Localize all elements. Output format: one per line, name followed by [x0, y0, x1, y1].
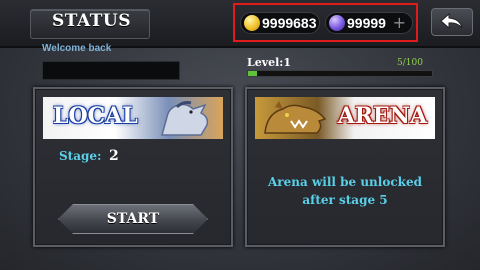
local-mode-card: LOCAL Stage: 2 START — [33, 87, 233, 247]
gold-coin-icon — [244, 15, 260, 31]
arena-message-line-1: Arena will be unlocked — [268, 175, 422, 189]
horse-art-icon — [161, 101, 209, 136]
local-banner: LOCAL — [43, 97, 223, 139]
dragon-art-icon — [264, 101, 327, 134]
player-name-field[interactable] — [42, 61, 180, 80]
add-gems-plus-icon[interactable]: + — [393, 13, 406, 32]
level-label: Level:1 — [247, 56, 292, 69]
back-arrow-icon — [440, 12, 463, 30]
stage-label: Stage: — [59, 149, 102, 163]
arena-locked-message: Arena will be unlocked after stage 5 — [257, 173, 433, 209]
gem-counter: 99999 + — [325, 12, 413, 34]
gem-value: 99999 — [347, 15, 386, 31]
start-button[interactable]: START — [58, 204, 208, 234]
start-button-label: START — [106, 211, 160, 227]
page-title: STATUS — [52, 11, 132, 31]
arena-mode-card: ARENA Arena will be unlocked after stage… — [245, 87, 445, 247]
gem-icon — [329, 15, 345, 31]
gold-value: 9999683 — [262, 15, 317, 31]
local-title: LOCAL — [53, 103, 138, 129]
arena-banner: ARENA — [255, 97, 435, 139]
arena-message-line-2: after stage 5 — [302, 193, 388, 207]
xp-progress-bar — [247, 70, 433, 77]
arena-title: ARENA — [337, 103, 427, 129]
xp-text: 5/100 — [397, 58, 423, 68]
stage-value: 2 — [109, 148, 119, 164]
gold-counter: 9999683 — [240, 12, 320, 34]
back-button[interactable] — [431, 8, 473, 36]
welcome-label: Welcome back — [42, 43, 112, 54]
xp-progress-fill — [248, 71, 258, 76]
